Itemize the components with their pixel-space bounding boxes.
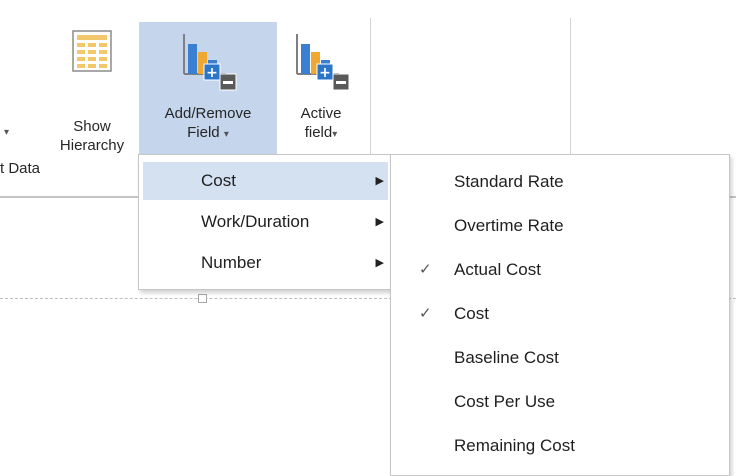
menu-item-cost[interactable]: Cost ▶ <box>143 162 388 200</box>
svg-text:+: + <box>319 65 331 81</box>
chevron-down-icon: ▾ <box>223 129 229 140</box>
add-remove-field-label-2: Field ▾ <box>187 124 229 141</box>
menu-item-label: Work/Duration <box>201 212 310 231</box>
field-category-menu: Cost ▶ Work/Duration ▶ Number ▶ <box>138 154 393 290</box>
cost-submenu: Standard Rate Overtime Rate ✓ Actual Cos… <box>390 154 730 476</box>
submenu-arrow-icon: ▶ <box>375 257 384 269</box>
submenu-item-standard-rate[interactable]: Standard Rate <box>395 160 725 203</box>
active-field-button[interactable]: + Active field▾ <box>278 22 364 155</box>
submenu-item-label: Actual Cost <box>454 260 541 279</box>
submenu-item-remaining-cost[interactable]: Remaining Cost <box>395 424 725 467</box>
submenu-arrow-icon: ▶ <box>375 216 384 228</box>
active-field-label-1: Active <box>300 105 342 122</box>
hierarchy-grid-icon <box>72 30 112 87</box>
submenu-item-label: Standard Rate <box>454 172 564 191</box>
menu-item-label: Cost <box>201 171 236 190</box>
add-remove-field-chart-icon: + <box>178 30 238 94</box>
active-field-chart-icon: + <box>291 30 351 94</box>
show-hierarchy-label-1: Show <box>73 118 111 135</box>
submenu-item-label: Cost <box>454 304 489 323</box>
group-label: t Data <box>0 160 41 177</box>
submenu-item-label: Cost Per Use <box>454 392 556 411</box>
show-hierarchy-button[interactable]: Show Hierarchy <box>46 22 138 155</box>
add-remove-field-label-1: Add/Remove <box>164 105 252 122</box>
active-field-label-2: field▾ <box>304 124 338 141</box>
menu-item-number[interactable]: Number ▶ <box>143 244 388 282</box>
show-hierarchy-label-2: Hierarchy <box>59 137 125 154</box>
submenu-item-label: Remaining Cost <box>454 436 575 455</box>
menu-item-work-duration[interactable]: Work/Duration ▶ <box>143 203 388 241</box>
submenu-item-baseline-cost[interactable]: Baseline Cost <box>395 336 725 379</box>
add-remove-field-button[interactable]: + Add/Remove Field ▾ <box>139 22 277 155</box>
check-icon: ✓ <box>419 261 432 278</box>
submenu-item-cost-per-use[interactable]: Cost Per Use <box>395 380 725 423</box>
check-icon: ✓ <box>419 305 432 322</box>
resize-handle[interactable] <box>198 294 207 303</box>
menu-item-label: Number <box>201 253 262 272</box>
chevron-down-icon: ▾ <box>332 129 338 140</box>
submenu-item-label: Overtime Rate <box>454 216 564 235</box>
svg-text:+: + <box>206 65 218 81</box>
submenu-item-label: Baseline Cost <box>454 348 559 367</box>
dropdown-caret[interactable]: ▾ <box>4 127 9 138</box>
submenu-item-cost[interactable]: ✓ Cost <box>395 292 725 335</box>
submenu-item-overtime-rate[interactable]: Overtime Rate <box>395 204 725 247</box>
submenu-item-actual-cost[interactable]: ✓ Actual Cost <box>395 248 725 291</box>
submenu-arrow-icon: ▶ <box>375 175 384 187</box>
